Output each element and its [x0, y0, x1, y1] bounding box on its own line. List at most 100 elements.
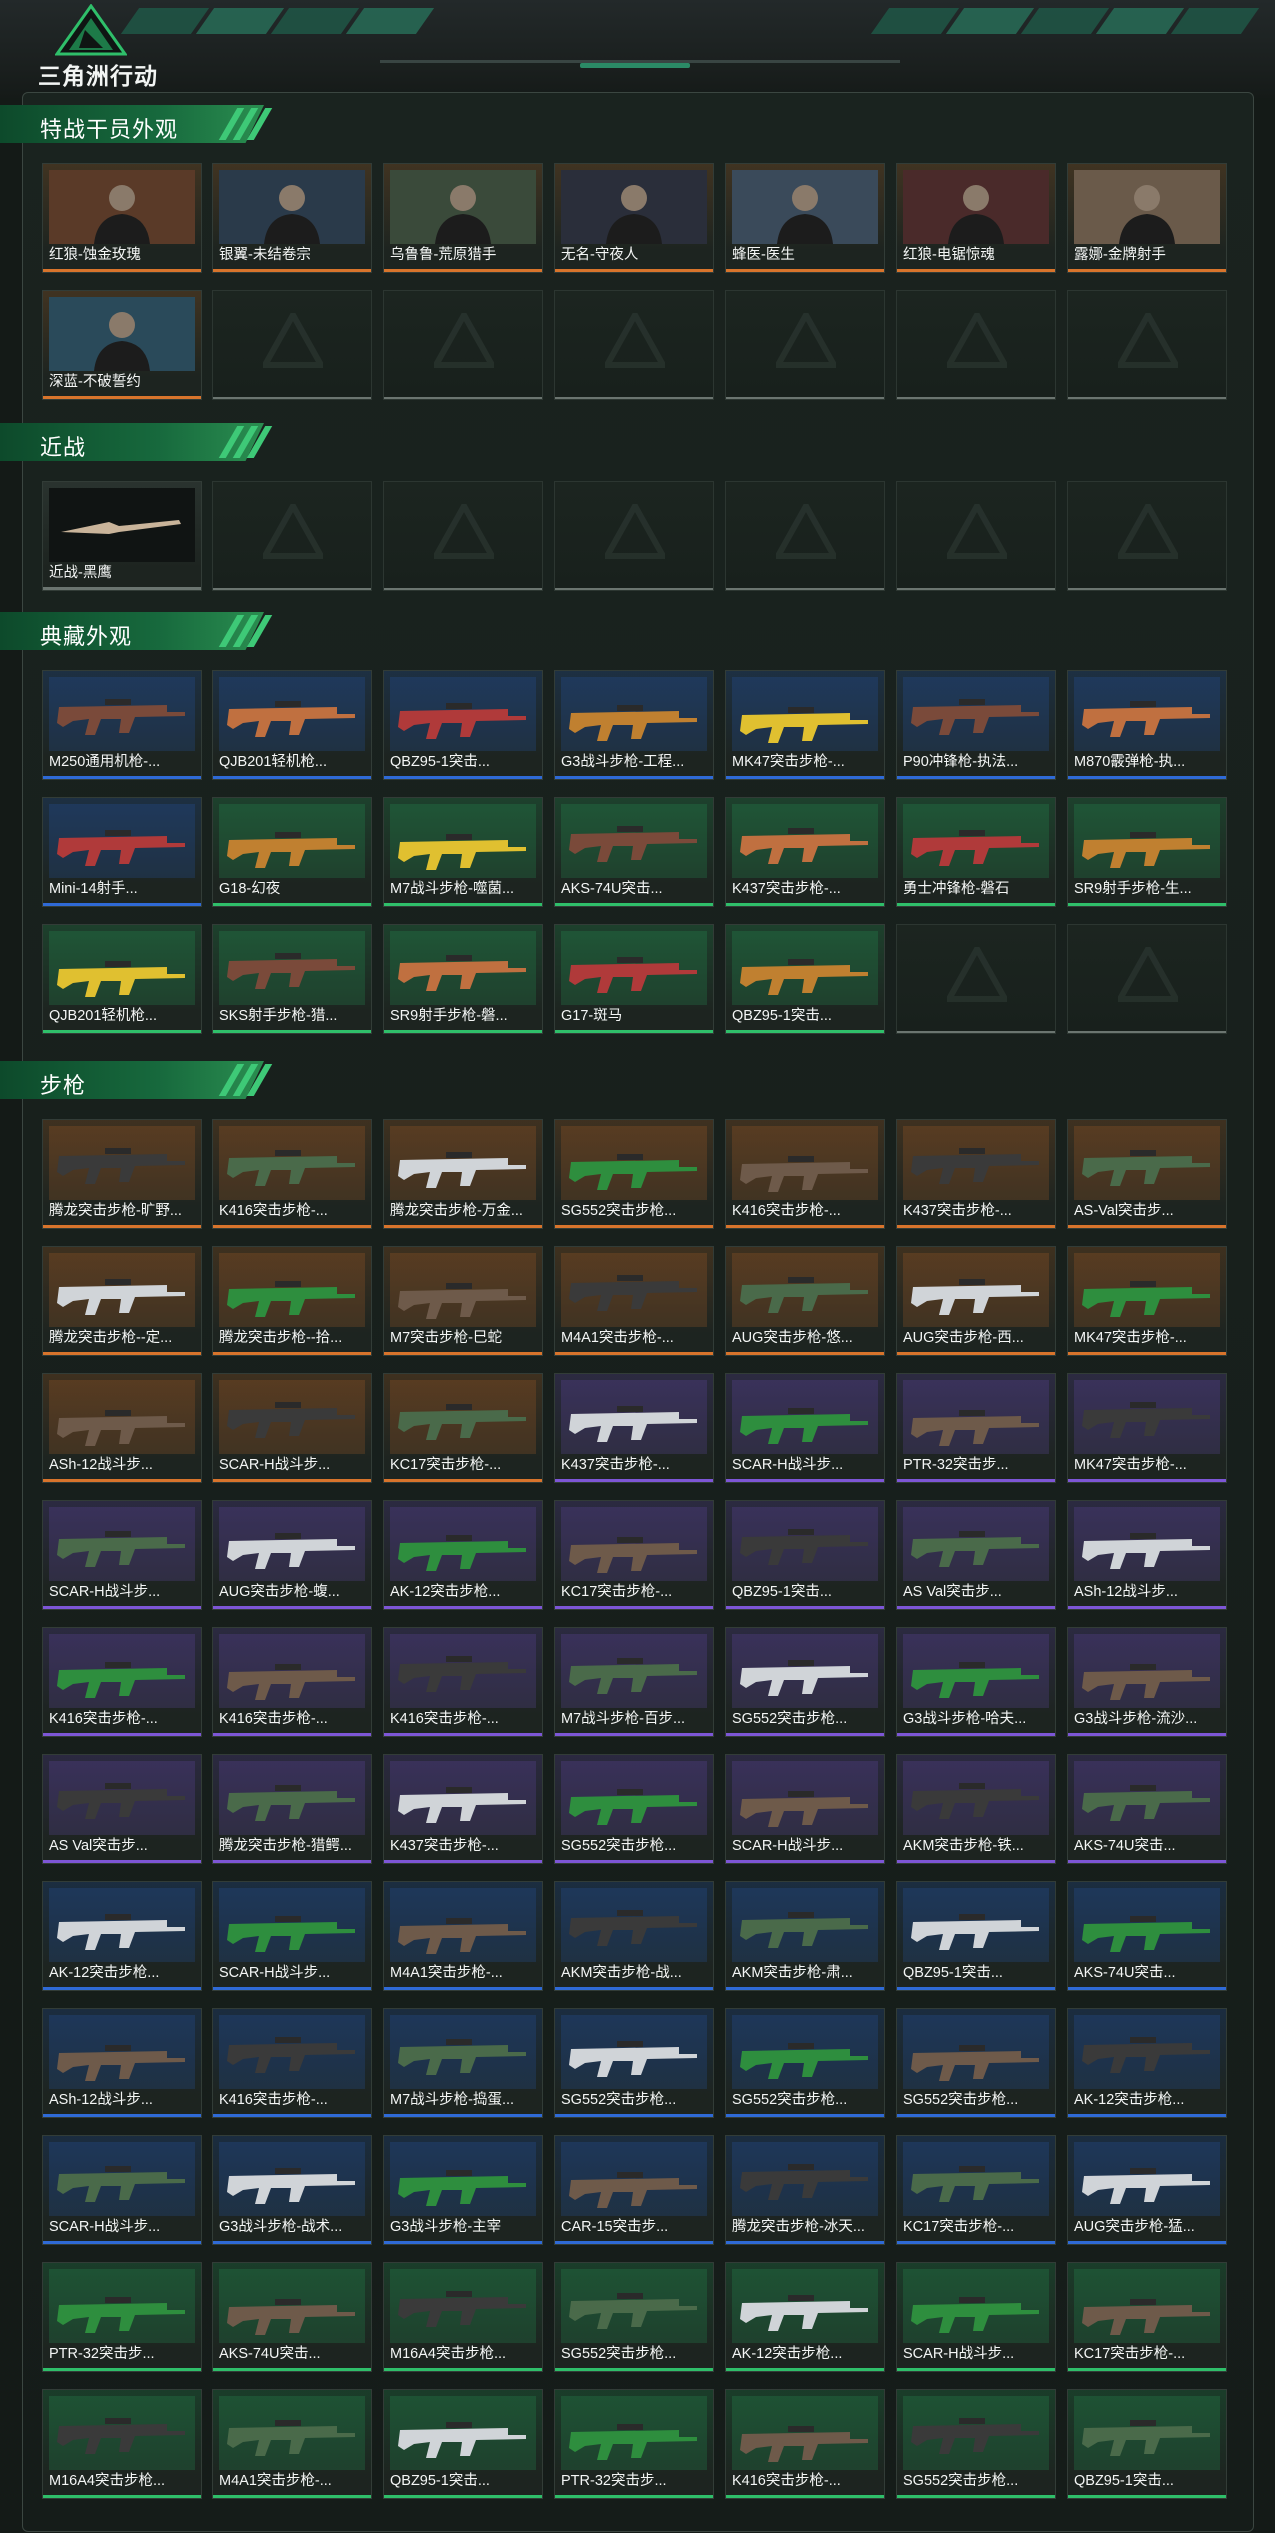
- item-card[interactable]: K416突击步枪-...: [212, 1627, 372, 1737]
- item-card[interactable]: 蜂医-医生: [725, 163, 885, 273]
- item-card[interactable]: 勇士冲锋枪-磐石: [896, 797, 1056, 907]
- item-card[interactable]: K416突击步枪-...: [212, 1119, 372, 1229]
- item-card[interactable]: KC17突击步枪-...: [383, 1373, 543, 1483]
- item-card[interactable]: SG552突击步枪...: [725, 2008, 885, 2118]
- item-card[interactable]: P90冲锋枪-执法...: [896, 670, 1056, 780]
- item-card[interactable]: SG552突击步枪...: [554, 1119, 714, 1229]
- item-card[interactable]: K416突击步枪-...: [725, 2389, 885, 2499]
- item-card[interactable]: K416突击步枪-...: [212, 2008, 372, 2118]
- item-card[interactable]: KC17突击步枪-...: [554, 1500, 714, 1610]
- item-card[interactable]: QJB201轻机枪...: [42, 924, 202, 1034]
- item-card[interactable]: QBZ95-1突击...: [896, 1881, 1056, 1991]
- item-card[interactable]: M7突击步枪-巳蛇: [383, 1246, 543, 1356]
- item-card[interactable]: 腾龙突击步枪--定...: [42, 1246, 202, 1356]
- item-card[interactable]: K416突击步枪-...: [383, 1627, 543, 1737]
- item-card[interactable]: SCAR-H战斗步...: [42, 2135, 202, 2245]
- item-card[interactable]: 银翼-未结卷宗: [212, 163, 372, 273]
- item-card[interactable]: K437突击步枪-...: [896, 1119, 1056, 1229]
- item-card[interactable]: PTR-32突击步...: [896, 1373, 1056, 1483]
- item-card[interactable]: SR9射手步枪-生...: [1067, 797, 1227, 907]
- item-card[interactable]: K437突击步枪-...: [554, 1373, 714, 1483]
- item-card[interactable]: AKM突击步枪-铁...: [896, 1754, 1056, 1864]
- item-card[interactable]: AS Val突击步...: [896, 1500, 1056, 1610]
- item-card[interactable]: G3战斗步枪-流沙...: [1067, 1627, 1227, 1737]
- item-card[interactable]: SG552突击步枪...: [554, 2008, 714, 2118]
- item-card[interactable]: AS-Val突击步...: [1067, 1119, 1227, 1229]
- item-card[interactable]: AUG突击步枪-西...: [896, 1246, 1056, 1356]
- item-card[interactable]: QBZ95-1突击...: [725, 1500, 885, 1610]
- item-card[interactable]: AK-12突击步枪...: [725, 2262, 885, 2372]
- item-card[interactable]: K437突击步枪-...: [725, 797, 885, 907]
- item-card[interactable]: AUG突击步枪-蝮...: [212, 1500, 372, 1610]
- item-card[interactable]: 红狼-电锯惊魂: [896, 163, 1056, 273]
- item-card[interactable]: SG552突击步枪...: [554, 1754, 714, 1864]
- item-card[interactable]: M250通用机枪-...: [42, 670, 202, 780]
- item-card[interactable]: SCAR-H战斗步...: [212, 1373, 372, 1483]
- item-card[interactable]: CAR-15突击步...: [554, 2135, 714, 2245]
- item-card[interactable]: M870霰弹枪-执...: [1067, 670, 1227, 780]
- item-card[interactable]: PTR-32突击步...: [554, 2389, 714, 2499]
- item-card[interactable]: G3战斗步枪-主宰: [383, 2135, 543, 2245]
- item-card[interactable]: SCAR-H战斗步...: [212, 1881, 372, 1991]
- item-card[interactable]: 腾龙突击步枪--拾...: [212, 1246, 372, 1356]
- item-card[interactable]: SG552突击步枪...: [896, 2008, 1056, 2118]
- item-card[interactable]: M16A4突击步枪...: [42, 2389, 202, 2499]
- item-card[interactable]: KC17突击步枪-...: [1067, 2262, 1227, 2372]
- item-card[interactable]: QBZ95-1突击...: [725, 924, 885, 1034]
- item-card[interactable]: M4A1突击步枪-...: [383, 1881, 543, 1991]
- item-card[interactable]: 近战-黑鹰: [42, 481, 202, 591]
- item-card[interactable]: QBZ95-1突击...: [383, 2389, 543, 2499]
- item-card[interactable]: KC17突击步枪-...: [896, 2135, 1056, 2245]
- item-card[interactable]: SCAR-H战斗步...: [896, 2262, 1056, 2372]
- item-card[interactable]: M4A1突击步枪-...: [554, 1246, 714, 1356]
- item-card[interactable]: 乌鲁鲁-荒原猎手: [383, 163, 543, 273]
- item-card[interactable]: AKS-74U突击...: [554, 797, 714, 907]
- item-card[interactable]: SG552突击步枪...: [725, 1627, 885, 1737]
- item-card[interactable]: ASh-12战斗步...: [42, 2008, 202, 2118]
- item-card[interactable]: ASh-12战斗步...: [1067, 1500, 1227, 1610]
- item-card[interactable]: G18-幻夜: [212, 797, 372, 907]
- item-card[interactable]: G17-斑马: [554, 924, 714, 1034]
- item-card[interactable]: SR9射手步枪-磐...: [383, 924, 543, 1034]
- item-card[interactable]: MK47突击步枪-...: [1067, 1373, 1227, 1483]
- item-card[interactable]: 红狼-蚀金玫瑰: [42, 163, 202, 273]
- item-card[interactable]: G3战斗步枪-哈夫...: [896, 1627, 1056, 1737]
- item-card[interactable]: AK-12突击步枪...: [1067, 2008, 1227, 2118]
- item-card[interactable]: SKS射手步枪-猎...: [212, 924, 372, 1034]
- item-card[interactable]: AKS-74U突击...: [1067, 1754, 1227, 1864]
- item-card[interactable]: ASh-12战斗步...: [42, 1373, 202, 1483]
- item-card[interactable]: AK-12突击步枪...: [383, 1500, 543, 1610]
- item-card[interactable]: QBZ95-1突击...: [1067, 2389, 1227, 2499]
- item-card[interactable]: AUG突击步枪-悠...: [725, 1246, 885, 1356]
- item-card[interactable]: M16A4突击步枪...: [383, 2262, 543, 2372]
- item-card[interactable]: G3战斗步枪-工程...: [554, 670, 714, 780]
- item-card[interactable]: AKM突击步枪-战...: [554, 1881, 714, 1991]
- item-card[interactable]: M7战斗步枪-噬菌...: [383, 797, 543, 907]
- item-card[interactable]: Mini-14射手...: [42, 797, 202, 907]
- item-card[interactable]: SG552突击步枪...: [554, 2262, 714, 2372]
- item-card[interactable]: M7战斗步枪-捣蛋...: [383, 2008, 543, 2118]
- item-card[interactable]: AKS-74U突击...: [212, 2262, 372, 2372]
- item-card[interactable]: AK-12突击步枪...: [42, 1881, 202, 1991]
- item-card[interactable]: QJB201轻机枪...: [212, 670, 372, 780]
- item-card[interactable]: 腾龙突击步枪-冰天...: [725, 2135, 885, 2245]
- item-card[interactable]: AS Val突击步...: [42, 1754, 202, 1864]
- item-card[interactable]: SCAR-H战斗步...: [725, 1754, 885, 1864]
- item-card[interactable]: K416突击步枪-...: [42, 1627, 202, 1737]
- item-card[interactable]: 深蓝-不破誓约: [42, 290, 202, 400]
- item-card[interactable]: 腾龙突击步枪-猎鳄...: [212, 1754, 372, 1864]
- item-card[interactable]: K416突击步枪-...: [725, 1119, 885, 1229]
- item-card[interactable]: M4A1突击步枪-...: [212, 2389, 372, 2499]
- item-card[interactable]: 无名-守夜人: [554, 163, 714, 273]
- item-card[interactable]: K437突击步枪-...: [383, 1754, 543, 1864]
- item-card[interactable]: G3战斗步枪-战术...: [212, 2135, 372, 2245]
- item-card[interactable]: AKM突击步枪-肃...: [725, 1881, 885, 1991]
- item-card[interactable]: AUG突击步枪-猛...: [1067, 2135, 1227, 2245]
- item-card[interactable]: 腾龙突击步枪-万金...: [383, 1119, 543, 1229]
- item-card[interactable]: AKS-74U突击...: [1067, 1881, 1227, 1991]
- item-card[interactable]: 腾龙突击步枪-旷野...: [42, 1119, 202, 1229]
- item-card[interactable]: SCAR-H战斗步...: [42, 1500, 202, 1610]
- item-card[interactable]: PTR-32突击步...: [42, 2262, 202, 2372]
- item-card[interactable]: QBZ95-1突击...: [383, 670, 543, 780]
- item-card[interactable]: MK47突击步枪-...: [1067, 1246, 1227, 1356]
